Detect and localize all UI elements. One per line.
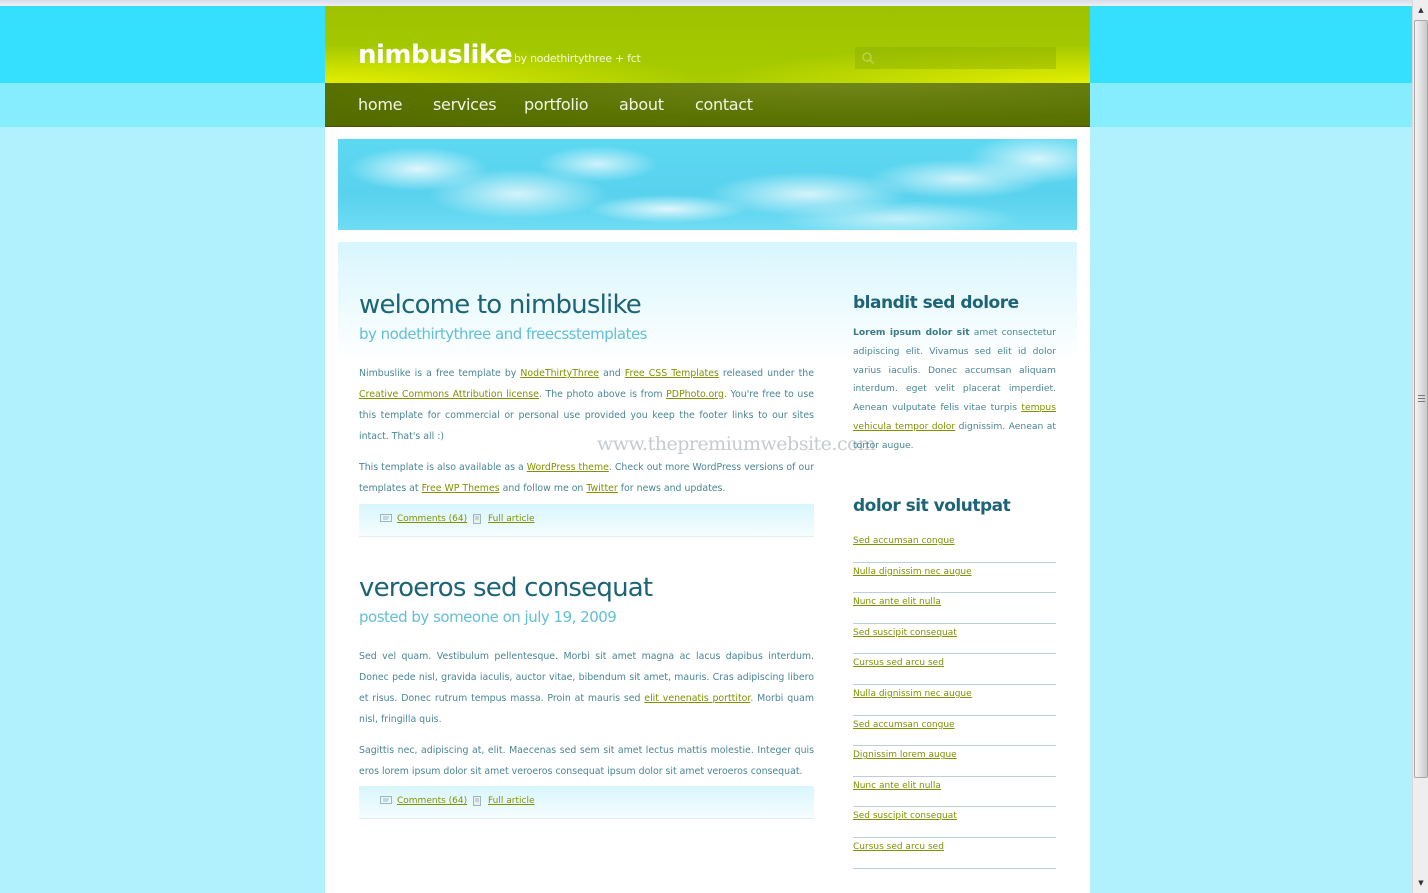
grip-icon [1418, 395, 1425, 402]
search-input[interactable] [879, 47, 1054, 69]
nav-services[interactable]: services [433, 95, 497, 114]
full-article-link[interactable]: Full article [488, 514, 534, 524]
site-logo[interactable]: nimbuslike [358, 40, 513, 70]
comments-link-wrap[interactable]: Comments (64) [380, 514, 467, 524]
post-title[interactable]: welcome to nimbuslike [359, 290, 642, 320]
link-twitter[interactable]: Twitter [586, 483, 617, 494]
sidebar-list-link[interactable]: Dignissim lorem augue [853, 750, 957, 760]
sidebar-list-item: Cursus sed arcu sed [853, 838, 1056, 869]
scroll-up-arrow-icon[interactable]: ▲ [1413, 2, 1428, 18]
sidebar-list-item: Dignissim lorem augue [853, 746, 1056, 777]
page-container: nimbuslike by nodethirtythree + fct home… [325, 6, 1090, 893]
post-paragraph: This template is also available as a Wor… [359, 457, 814, 499]
sidebar-title: blandit sed dolore [853, 293, 1019, 313]
nav-about[interactable]: about [619, 95, 664, 114]
link-pdphoto[interactable]: PDPhoto.org [666, 389, 724, 400]
sidebar-list-link[interactable]: Nunc ante elit nulla [853, 781, 941, 791]
sidebar-list-item: Sed suscipit consequat [853, 624, 1056, 655]
text: and follow me on [499, 483, 587, 494]
sidebar-link-list: Sed accumsan congue Nulla dignissim nec … [853, 532, 1056, 869]
sidebar-list-link[interactable]: Cursus sed arcu sed [853, 658, 944, 668]
watermark: www.thepremiumwebsite.com [597, 433, 876, 455]
link-free-css-templates[interactable]: Free CSS Templates [625, 368, 719, 379]
sidebar-list-link[interactable]: Cursus sed arcu sed [853, 842, 944, 852]
sidebar-list-link[interactable]: Nunc ante elit nulla [853, 597, 941, 607]
link-nodethirtythree[interactable]: NodeThirtyThree [520, 368, 599, 379]
full-article-link[interactable]: Full article [488, 796, 534, 806]
post-paragraph: Sed vel quam. Vestibulum pellentesque. M… [359, 646, 814, 730]
sidebar-list-link[interactable]: Nulla dignissim nec augue [853, 689, 972, 699]
comments-link-wrap[interactable]: Comments (64) [380, 796, 467, 806]
sidebar-list-link[interactable]: Sed accumsan congue [853, 720, 955, 730]
sidebar-lead: Lorem ipsum dolor sit [853, 327, 970, 338]
sidebar-list-item: Sed accumsan congue [853, 716, 1056, 747]
text: released under the [718, 368, 814, 379]
comment-icon [380, 514, 392, 522]
scroll-down-arrow-icon[interactable]: ▼ [1413, 875, 1428, 891]
link-wordpress-theme[interactable]: WordPress theme [527, 462, 609, 473]
post-paragraph: Sagittis nec, adipiscing at, elit. Maece… [359, 740, 814, 782]
sidebar-list-item: Cursus sed arcu sed [853, 654, 1056, 685]
post-title[interactable]: veroeros sed consequat [359, 573, 653, 603]
sidebar-text: Lorem ipsum dolor sit amet consectetur a… [853, 324, 1056, 456]
link-free-wp-themes[interactable]: Free WP Themes [422, 483, 500, 494]
comment-icon [380, 796, 392, 804]
text: and [599, 368, 625, 379]
sidebar-list-item: Sed suscipit consequat [853, 807, 1056, 838]
sidebar-list-link[interactable]: Nulla dignissim nec augue [853, 567, 972, 577]
full-article-link-wrap[interactable]: Full article [471, 796, 534, 806]
main-nav: home services portfolio about contact [325, 83, 1090, 127]
sidebar-list-item: Nulla dignissim nec augue [853, 685, 1056, 716]
sidebar-list-item: Nunc ante elit nulla [853, 777, 1056, 808]
post-subtitle: by nodethirtythree and freecsstemplates [359, 325, 648, 343]
full-article-link-wrap[interactable]: Full article [471, 514, 534, 524]
document-icon [473, 514, 481, 524]
comments-link[interactable]: Comments (64) [397, 514, 467, 524]
text: Nimbuslike is a free template by [359, 368, 521, 379]
post-subtitle: posted by someone on july 19, 2009 [359, 608, 617, 626]
text: This template is also available as a [359, 462, 527, 473]
sidebar-list-item: Sed accumsan congue [853, 532, 1056, 563]
sky-banner-image [338, 139, 1077, 230]
nav-contact[interactable]: contact [695, 95, 753, 114]
nav-portfolio[interactable]: portfolio [524, 95, 589, 114]
text: for news and updates. [617, 483, 726, 494]
sidebar-list-item: Nunc ante elit nulla [853, 593, 1056, 624]
vertical-scrollbar[interactable]: ▲ ▼ [1412, 0, 1428, 893]
sidebar-list-link[interactable]: Sed suscipit consequat [853, 811, 957, 821]
nav-home[interactable]: home [358, 95, 402, 114]
sidebar-list-item: Nulla dignissim nec augue [853, 563, 1056, 594]
search-box[interactable] [855, 47, 1056, 69]
text: amet consectetur adipiscing elit. Vivamu… [853, 327, 1057, 414]
post-body: Sed vel quam. Vestibulum pellentesque. M… [359, 646, 814, 792]
site-tagline: by nodethirtythree + fct [514, 52, 641, 65]
scroll-thumb[interactable] [1414, 20, 1428, 778]
sidebar-list-link[interactable]: Sed accumsan congue [853, 536, 955, 546]
post-meta-bar: Comments (64) Full article [359, 504, 814, 537]
comments-link[interactable]: Comments (64) [397, 796, 467, 806]
document-icon [473, 796, 481, 806]
text: Sagittis nec, adipiscing at, elit. Maece… [359, 745, 814, 777]
link-elit-venenatis[interactable]: elit venenatis porttitor [644, 693, 750, 704]
sidebar-list-link[interactable]: Sed suscipit consequat [853, 628, 957, 638]
text: . The photo above is from [538, 389, 667, 400]
search-icon [862, 52, 875, 65]
post-meta-bar: Comments (64) Full article [359, 786, 814, 819]
site-header: nimbuslike by nodethirtythree + fct [325, 6, 1090, 83]
link-creative-commons[interactable]: Creative Commons Attribution license [359, 389, 539, 400]
sidebar-title: dolor sit volutpat [853, 496, 1011, 516]
